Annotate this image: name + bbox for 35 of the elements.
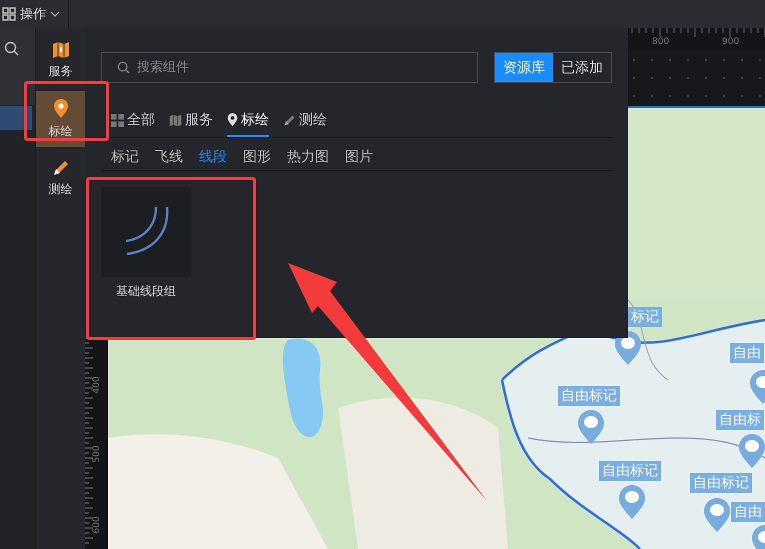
pencil-icon bbox=[52, 158, 70, 176]
subtab[interactable]: 标记 bbox=[111, 146, 139, 170]
search-icon[interactable] bbox=[4, 41, 19, 56]
subtab[interactable]: 图片 bbox=[345, 146, 373, 170]
category-tab[interactable]: 服务 bbox=[169, 105, 213, 137]
pin-icon bbox=[227, 113, 238, 127]
rail-tab[interactable]: 标绘 bbox=[36, 91, 85, 147]
ruler-label: 800 bbox=[652, 37, 670, 47]
subtab[interactable]: 图形 bbox=[243, 146, 271, 170]
ruler-label: 500 bbox=[92, 444, 102, 464]
ruler-label: 900 bbox=[722, 37, 740, 47]
search-icon bbox=[117, 61, 130, 74]
arc-lines-thumbnail[interactable] bbox=[101, 187, 191, 277]
pencil-icon bbox=[283, 114, 296, 126]
category-tab[interactable]: 全部 bbox=[111, 105, 155, 137]
rail-tab[interactable]: 测绘 bbox=[36, 150, 85, 206]
chevron-down-icon bbox=[50, 11, 60, 17]
subtab[interactable]: 线段 bbox=[199, 146, 227, 170]
grid-icon bbox=[2, 7, 16, 21]
ruler-label: 600 bbox=[92, 515, 102, 535]
category-tab[interactable]: 测绘 bbox=[283, 105, 327, 137]
source-toggle[interactable]: 已添加 bbox=[553, 53, 611, 82]
search-field[interactable]: 搜索组件 bbox=[101, 52, 478, 83]
ruler-label: 400 bbox=[92, 375, 102, 395]
map-icon bbox=[169, 114, 182, 126]
subtab[interactable]: 热力图 bbox=[287, 146, 329, 170]
menu-label: 操作 bbox=[20, 6, 46, 23]
grid-icon bbox=[111, 114, 124, 126]
pin-icon bbox=[52, 98, 68, 118]
rail-tab[interactable]: 服务 bbox=[36, 32, 85, 88]
subtab[interactable]: 飞线 bbox=[155, 146, 183, 170]
component-label: 基础线段组 bbox=[116, 283, 176, 300]
list-row-highlight[interactable] bbox=[0, 106, 32, 130]
map-icon bbox=[52, 40, 70, 58]
category-tab[interactable]: 标绘 bbox=[227, 105, 269, 137]
